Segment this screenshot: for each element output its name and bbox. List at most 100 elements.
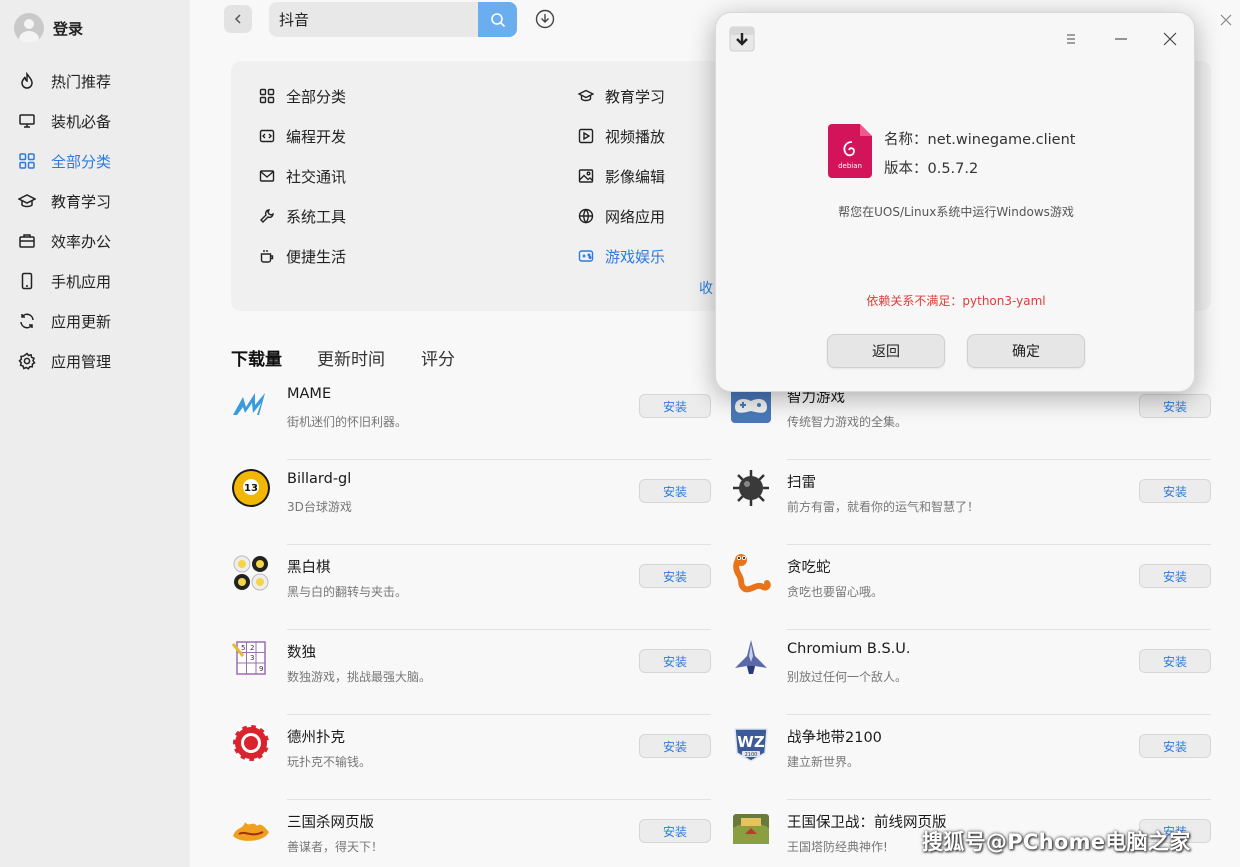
search-input[interactable] — [269, 2, 478, 37]
search-button[interactable] — [478, 2, 517, 37]
package-version: 版本：0.5.7.2 — [884, 157, 978, 178]
category-image-edit[interactable]: 影像编辑 — [577, 162, 665, 190]
category-system-tools[interactable]: 系统工具 — [258, 202, 346, 230]
sidebar-item-hot[interactable]: 热门推荐 — [0, 61, 190, 101]
tab-downloads[interactable]: 下载量 — [231, 345, 282, 370]
list-item[interactable]: 德州扑克 玩扑克不输钱。 安装 — [231, 715, 711, 800]
globe-icon — [577, 207, 595, 225]
category-label: 社交通讯 — [286, 167, 347, 186]
sidebar-item-mobile[interactable]: 手机应用 — [0, 261, 190, 301]
install-button[interactable]: 安装 — [639, 394, 711, 418]
warzone-icon: WZ 2100 — [731, 723, 771, 763]
grid-icon — [18, 152, 36, 170]
category-label: 游戏娱乐 — [605, 247, 666, 266]
svg-text:WZ: WZ — [737, 733, 765, 751]
app-description: 街机迷们的怀旧利器。 — [287, 415, 408, 429]
list-item[interactable]: 三国杀网页版 善谋者，得天下！ 安装 — [231, 800, 711, 867]
install-button[interactable]: 安装 — [639, 564, 711, 588]
category-all[interactable]: 全部分类 — [258, 82, 346, 110]
install-button[interactable]: 安装 — [639, 479, 711, 503]
poker-chip-icon — [231, 723, 271, 763]
sidebar-item-updates[interactable]: 应用更新 — [0, 301, 190, 341]
debian-package-icon: debian — [828, 124, 872, 178]
flame-icon — [18, 72, 36, 90]
package-name-label: 名称： — [884, 132, 928, 148]
app-name: 战争地带2100 — [787, 730, 882, 746]
mame-icon — [231, 383, 271, 423]
back-button[interactable]: 返回 — [827, 334, 945, 368]
list-item[interactable]: 黑白棋 黑与白的翻转与夹击。 安装 — [231, 545, 711, 630]
confirm-button[interactable]: 确定 — [967, 334, 1085, 368]
list-item[interactable]: Chromium B.S.U. 别放过任何一个敌人。 安装 — [731, 630, 1211, 715]
install-button[interactable]: 安装 — [1139, 394, 1211, 418]
download-manager-button[interactable] — [535, 9, 555, 29]
dialog-menu-button[interactable] — [1063, 31, 1079, 47]
install-button[interactable]: 安装 — [639, 819, 711, 843]
app-name: 三国杀网页版 — [287, 815, 374, 831]
billiard-ball-icon: 13 — [231, 468, 271, 508]
install-button[interactable]: 安装 — [639, 734, 711, 758]
category-games[interactable]: 游戏娱乐 — [577, 242, 665, 270]
collapse-link[interactable]: 收 — [699, 278, 713, 298]
wrench-icon — [258, 207, 276, 225]
install-button[interactable]: 安装 — [1139, 564, 1211, 588]
category-education[interactable]: 教育学习 — [577, 82, 665, 110]
app-name: Chromium B.S.U. — [787, 641, 911, 657]
back-button[interactable] — [224, 5, 252, 33]
avatar[interactable] — [14, 13, 44, 43]
list-item[interactable]: 扫雷 前方有雷，就看你的运气和智慧了！ 安装 — [731, 460, 1211, 545]
category-video[interactable]: 视频播放 — [577, 122, 665, 150]
list-item[interactable]: 贪吃蛇 贪吃也要留心哦。 安装 — [731, 545, 1211, 630]
mail-icon — [258, 167, 276, 185]
login-area[interactable]: 登录 — [14, 12, 83, 44]
sidebar-item-office[interactable]: 效率办公 — [0, 221, 190, 261]
app-description: 别放过任何一个敌人。 — [787, 670, 908, 684]
install-button[interactable]: 安装 — [639, 649, 711, 673]
tab-update-time[interactable]: 更新时间 — [317, 345, 385, 370]
app-description: 建立新世界。 — [787, 755, 860, 769]
tab-rating[interactable]: 评分 — [421, 345, 455, 370]
sidebar-item-education[interactable]: 教育学习 — [0, 181, 190, 221]
image-icon — [577, 167, 595, 185]
category-label: 全部分类 — [286, 87, 347, 106]
sidebar-item-essentials[interactable]: 装机必备 — [0, 101, 190, 141]
install-button[interactable]: 安装 — [1139, 479, 1211, 503]
app-description: 3D台球游戏 — [287, 500, 352, 514]
category-network[interactable]: 网络应用 — [577, 202, 665, 230]
dialog-close-button[interactable] — [1162, 31, 1178, 47]
sidebar-item-all-categories[interactable]: 全部分类 — [0, 141, 190, 181]
app-description: 黑与白的翻转与夹击。 — [287, 585, 408, 599]
list-item[interactable]: MAME 街机迷们的怀旧利器。 安装 — [231, 375, 711, 460]
list-item[interactable]: 52 39 数独 数独游戏，挑战最强大脑。 安装 — [231, 630, 711, 715]
app-description: 善谋者，得天下！ — [287, 840, 384, 854]
category-label: 网络应用 — [605, 207, 666, 226]
sidebar-item-label: 教育学习 — [51, 192, 112, 211]
category-lifestyle[interactable]: 便捷生活 — [258, 242, 346, 270]
graduation-cap-icon — [18, 192, 36, 210]
app-name: 黑白棋 — [287, 560, 331, 576]
sidebar-item-manage[interactable]: 应用管理 — [0, 341, 190, 381]
close-icon — [1220, 14, 1232, 26]
dialog-minimize-button[interactable] — [1113, 31, 1129, 47]
app-name: 扫雷 — [787, 475, 816, 491]
install-button[interactable]: 安装 — [1139, 734, 1211, 758]
login-label[interactable]: 登录 — [53, 18, 83, 39]
snake-icon — [731, 553, 771, 593]
list-item[interactable]: 13 Billard-gl 3D台球游戏 安装 — [231, 460, 711, 545]
category-label: 便捷生活 — [286, 247, 347, 266]
menu-icon — [1067, 34, 1075, 44]
search-box — [269, 2, 517, 37]
dependency-error-label: 依赖关系不满足： — [866, 294, 963, 308]
category-social[interactable]: 社交通讯 — [258, 162, 346, 190]
app-name: 数独 — [287, 645, 316, 661]
watermark: 搜狐号@PChome电脑之家 — [922, 830, 1191, 854]
category-programming[interactable]: 编程开发 — [258, 122, 346, 150]
install-button[interactable]: 安装 — [1139, 649, 1211, 673]
search-icon — [490, 12, 505, 27]
svg-text:3: 3 — [250, 654, 254, 662]
sidebar-nav: 热门推荐 装机必备 全部分类 教育学习 效率办公 手机应用 应用更新 应用管理 — [0, 61, 190, 381]
package-name-value: net.winegame.client — [927, 132, 1076, 148]
list-item[interactable]: WZ 2100 战争地带2100 建立新世界。 安装 — [731, 715, 1211, 800]
app-name: 德州扑克 — [287, 730, 345, 746]
window-close-button[interactable] — [1218, 12, 1234, 28]
